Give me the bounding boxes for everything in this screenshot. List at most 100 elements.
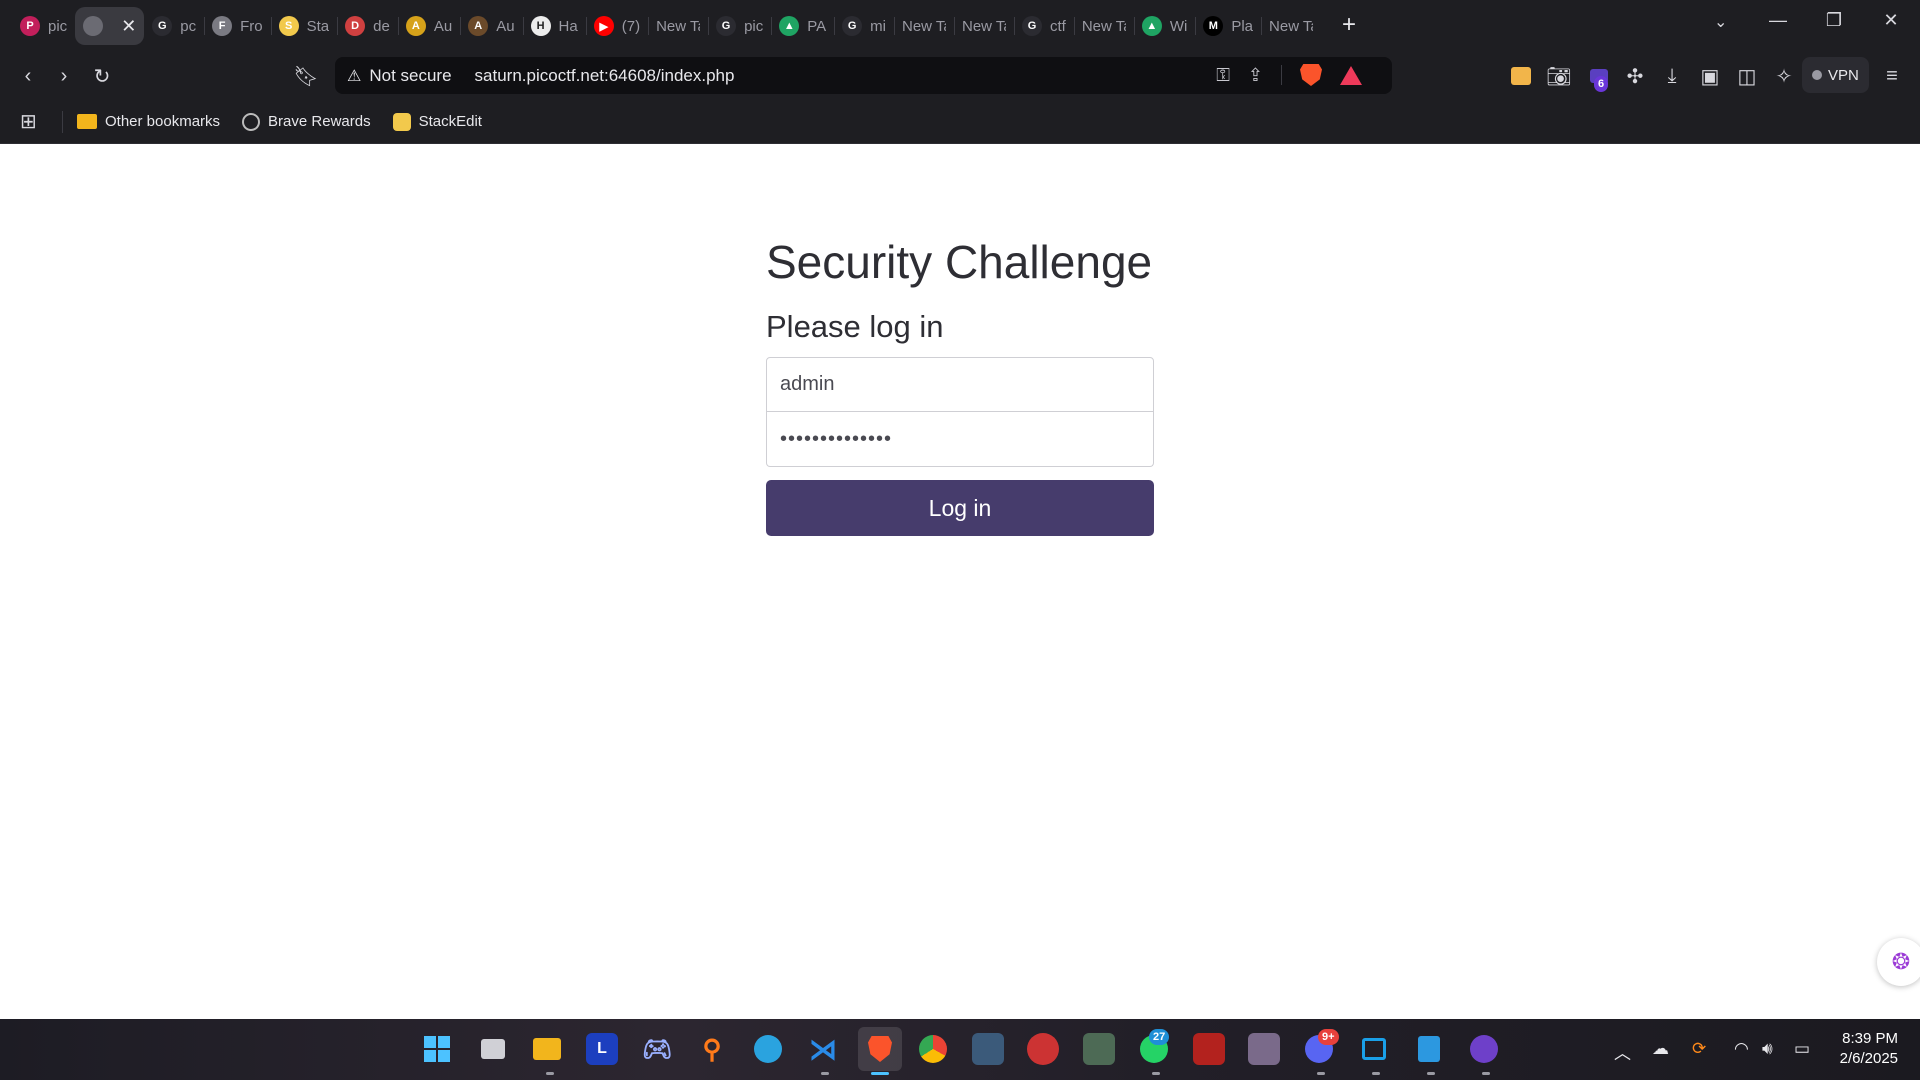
volume-icon[interactable]: 🔊︎: [1762, 1039, 1773, 1059]
brave-browser-icon[interactable]: [858, 1027, 902, 1071]
clock[interactable]: 8:39 PM 2/6/2025: [1830, 1029, 1898, 1069]
notes-extension-icon[interactable]: [1507, 62, 1535, 90]
game-launcher-icon[interactable]: [1083, 1033, 1115, 1065]
browser-tab[interactable]: M Pla: [1195, 7, 1261, 45]
spider-icon: A: [468, 16, 489, 36]
bookmark-brave-rewards[interactable]: Brave Rewards: [242, 112, 371, 131]
clock-time: 8:39 PM: [1842, 1030, 1898, 1047]
brave-rewards-icon: [242, 112, 261, 131]
menu-icon[interactable]: ≡: [1878, 62, 1906, 90]
warning-icon[interactable]: ⚠: [347, 66, 361, 86]
browser-tab[interactable]: Gpc: [144, 7, 204, 45]
battery-icon[interactable]: ▭: [1794, 1039, 1810, 1059]
browser-tab[interactable]: New Ta: [1261, 7, 1321, 45]
vpn-button[interactable]: VPN: [1802, 57, 1869, 93]
download-icon[interactable]: ⤓: [1658, 62, 1686, 90]
running-indicator: [1317, 1072, 1325, 1075]
search-everything-icon[interactable]: ⚲: [696, 1033, 728, 1065]
browser-tab[interactable]: ✕: [75, 7, 145, 45]
task-view-icon[interactable]: [477, 1033, 509, 1065]
bookmark-label: Other bookmarks: [105, 113, 221, 130]
launcher-l-icon[interactable]: L: [586, 1033, 618, 1065]
shield-icon: D: [345, 16, 366, 36]
picoctf-icon: P: [20, 16, 40, 36]
close-tab-icon[interactable]: ✕: [121, 16, 136, 37]
bookmark-icon[interactable]: 🔖︎: [292, 62, 320, 90]
wifi-icon[interactable]: ◠: [1734, 1039, 1749, 1059]
apps-grid-icon[interactable]: ⊞: [20, 109, 48, 134]
telegram-icon[interactable]: [752, 1033, 784, 1065]
sidebar-icon[interactable]: ▣: [1696, 62, 1724, 90]
vscode-icon[interactable]: ⋊: [807, 1033, 839, 1065]
tab-search-chevron-icon[interactable]: ⌄: [1714, 12, 1727, 32]
address-bar[interactable]: ⚠ Not secure saturn.picoctf.net:64608/in…: [335, 57, 1392, 94]
game-app-icon[interactable]: [972, 1033, 1004, 1065]
wallet-icon[interactable]: ◫: [1733, 62, 1761, 90]
restore-icon[interactable]: ❐: [1814, 10, 1854, 31]
browser-tab[interactable]: New Ta: [954, 7, 1014, 45]
antivirus-icon[interactable]: [1027, 1033, 1059, 1065]
bookmark-label: StackEdit: [418, 113, 482, 130]
browser-tab[interactable]: New Ta: [1073, 7, 1134, 45]
key-icon[interactable]: ⚿: [1216, 65, 1230, 86]
forward-icon[interactable]: ›: [50, 62, 78, 90]
tab-title: Fro: [240, 17, 263, 35]
browser-tab[interactable]: New Ta: [894, 7, 954, 45]
url-text[interactable]: saturn.picoctf.net:64608/index.php: [475, 66, 735, 86]
media-app-icon[interactable]: [1248, 1033, 1280, 1065]
reload-icon[interactable]: ↻: [88, 62, 116, 90]
browser-tab[interactable]: New Ta: [648, 7, 708, 45]
tab-title: (7): [621, 17, 641, 35]
github-icon: G: [842, 16, 863, 36]
file-explorer-icon[interactable]: [531, 1033, 563, 1065]
game-icon[interactable]: [1193, 1033, 1225, 1065]
brave-rewards-icon[interactable]: [1340, 65, 1362, 85]
browser-tab[interactable]: Ppic: [12, 7, 75, 45]
bookmark-other-bookmarks[interactable]: Other bookmarks: [77, 113, 220, 130]
browser-tab[interactable]: F Fro: [204, 7, 271, 45]
browser-tab[interactable]: ▲ Wi: [1133, 7, 1196, 45]
sync-icon[interactable]: ⟳: [1692, 1039, 1706, 1059]
running-indicator: [546, 1072, 554, 1075]
tab-strip: Ppic ✕ Gpc F Fro S Sta Dde A Au A Au H Ha ▶ (7) New Ta Gp…: [0, 0, 1920, 50]
leo-ai-icon[interactable]: ✧: [1770, 62, 1798, 90]
browser-tab[interactable]: Gpic: [708, 7, 771, 45]
browser-tab[interactable]: S Sta: [270, 7, 338, 45]
gamepad-icon[interactable]: 🎮︎: [641, 1033, 673, 1065]
back-icon[interactable]: ‹: [14, 62, 42, 90]
github-icon: G: [716, 16, 737, 36]
tray-chevron-up-icon[interactable]: ︿: [1614, 1039, 1631, 1064]
password-input[interactable]: ••••••••••••••: [766, 412, 1154, 467]
tab-title: pic: [48, 17, 68, 35]
browser-tab[interactable]: Gmi: [834, 7, 894, 45]
browser-tab[interactable]: A Au: [460, 7, 522, 45]
security-label[interactable]: Not secure: [369, 66, 451, 86]
onedrive-icon[interactable]: ☁: [1652, 1039, 1669, 1059]
minimize-icon[interactable]: —: [1758, 10, 1798, 31]
browser-tab[interactable]: Gctf: [1014, 7, 1074, 45]
snipping-tool-icon[interactable]: [1358, 1033, 1390, 1065]
page-content: Security Challenge Please log in admin •…: [0, 145, 1920, 1019]
tab-title: PA: [807, 17, 827, 35]
browser-tab[interactable]: ▲ PA: [771, 7, 834, 45]
brave-shields-icon[interactable]: [1300, 64, 1322, 86]
github-desktop-icon[interactable]: [1468, 1033, 1500, 1065]
share-icon[interactable]: ⇪: [1248, 65, 1263, 86]
puzzle-icon[interactable]: ✣: [1621, 62, 1649, 90]
browser-tab[interactable]: ▶ (7): [585, 7, 648, 45]
new-tab-icon[interactable]: +: [1335, 11, 1363, 39]
youtube-icon: ▶: [593, 16, 614, 36]
close-window-icon[interactable]: ✕: [1871, 10, 1911, 31]
chrome-icon[interactable]: [917, 1033, 949, 1065]
camera-icon[interactable]: 📷︎: [1545, 62, 1573, 90]
notepad-icon[interactable]: [1413, 1033, 1445, 1065]
running-indicator: [1482, 1072, 1490, 1075]
browser-tab[interactable]: Dde: [337, 7, 398, 45]
bookmark-stackedit[interactable]: StackEdit: [392, 112, 482, 131]
brain-assistant-icon[interactable]: ❂: [1877, 938, 1920, 986]
username-input[interactable]: admin: [766, 357, 1154, 412]
windows-start-icon[interactable]: [421, 1033, 453, 1065]
browser-tab[interactable]: A Au: [397, 7, 460, 45]
login-button[interactable]: Log in: [766, 480, 1154, 536]
browser-tab[interactable]: H Ha: [522, 7, 586, 45]
